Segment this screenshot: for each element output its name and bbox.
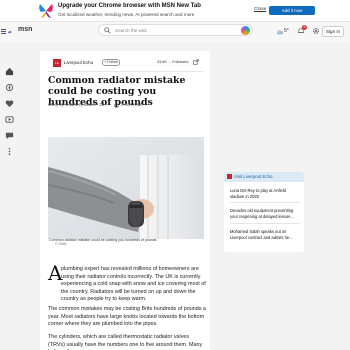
image-credit: © Getty (55, 242, 67, 246)
msn-logo-text[interactable]: msn (18, 26, 32, 33)
promo-add-button[interactable]: Add it now (269, 6, 315, 15)
notification-badge: 3 (302, 25, 307, 30)
search-icon (104, 27, 111, 34)
source-name[interactable]: Liverpool Echo (64, 60, 93, 65)
search-input[interactable]: Search the web (115, 27, 147, 34)
module-divider (230, 223, 300, 224)
follower-count: 33.6K ... Followers (157, 60, 189, 64)
menu-icon[interactable] (1, 29, 6, 34)
article-byline: Story by Courtney Eales • 2d • (48, 102, 107, 107)
module-header[interactable]: Visit Liverpool Echo (224, 172, 304, 182)
module-story-2[interactable]: Decades old equipment preventing your re… (230, 208, 300, 219)
weather-cloud-icon[interactable] (276, 29, 284, 35)
promo-title: Upgrade your Chrome browser with MSN New… (58, 3, 201, 9)
share-icon[interactable] (193, 59, 199, 65)
promo-close-link[interactable]: Close (254, 7, 266, 12)
sign-in-button[interactable]: Sign in (322, 26, 344, 37)
promo-banner: Upgrade your Chrome browser with MSN New… (0, 0, 350, 22)
source-logo[interactable]: LE (53, 59, 61, 67)
more-from-source-module: Visit Liverpool Echo Luna Del Rey to pla… (224, 172, 304, 252)
module-story-3[interactable]: Mohamed Salah speaks out on Liverpool co… (230, 229, 300, 240)
rail-following-icon[interactable] (5, 95, 14, 108)
weather-temperature[interactable]: 5° (284, 28, 289, 34)
copilot-icon[interactable] (241, 26, 250, 35)
module-divider (230, 202, 300, 203)
clock-icon (114, 103, 119, 108)
search-box[interactable]: Search the web (98, 24, 253, 36)
rail-chat-icon[interactable] (5, 127, 14, 140)
follow-button[interactable]: + Follow (102, 59, 120, 66)
read-time: 2 min read (121, 102, 142, 107)
gear-icon[interactable] (312, 27, 320, 35)
module-story-1[interactable]: Luna Del Rey to play at Anfield stadium … (230, 188, 300, 199)
radiator-hero-image[interactable] (48, 137, 204, 239)
rail-discover-icon[interactable] (5, 79, 14, 92)
module-header-text[interactable]: Visit Liverpool Echo (234, 174, 272, 179)
article-paragraph-2: The common mistakes may be costing Brits… (48, 306, 206, 327)
article-paragraph-1: plumbing expert has revealed millions of… (61, 266, 206, 302)
msn-butterfly-logo-icon (39, 4, 53, 18)
header-divider (48, 71, 203, 72)
source-logo-small (227, 174, 232, 179)
rail-watch-icon[interactable] (5, 111, 14, 123)
rail-more-icon[interactable] (5, 143, 14, 156)
promo-subtitle: Get localized weather, trending news, AI… (58, 12, 195, 17)
msn-logo-icon[interactable] (7, 27, 17, 37)
rail-home-icon[interactable] (5, 63, 14, 76)
article-paragraph-3: The cylinders, which are called thermost… (48, 334, 203, 350)
